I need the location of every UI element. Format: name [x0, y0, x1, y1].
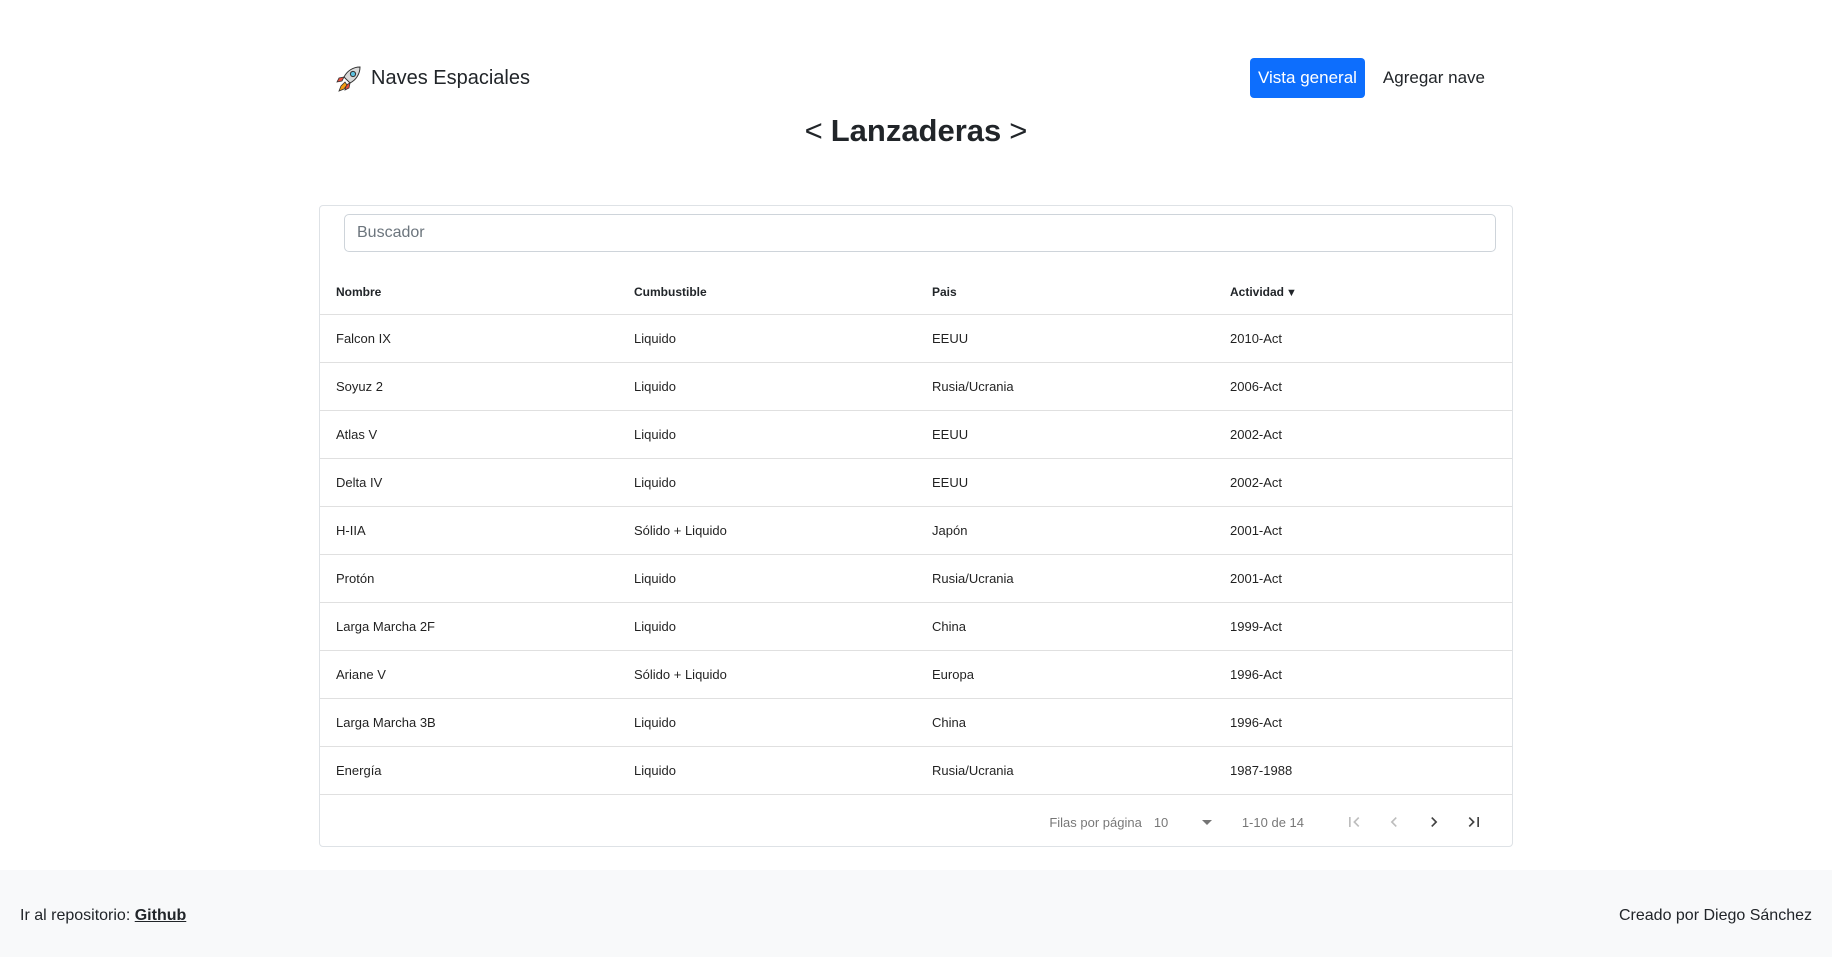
cell-country: Japón: [932, 523, 968, 538]
first-page-button[interactable]: [1334, 802, 1374, 842]
cell-activity: 2010-Act: [1230, 331, 1283, 346]
cell-country: Europa: [932, 667, 974, 682]
cell-activity: 1999-Act: [1230, 619, 1283, 634]
search-input[interactable]: [344, 214, 1496, 252]
cell-fuel: Sólido + Liquido: [634, 523, 727, 538]
page-title: < Lanzaderas >: [0, 113, 1832, 149]
caret-down-icon: [1201, 819, 1212, 825]
table-row[interactable]: Larga Marcha 2F Liquido China 1999-Act: [320, 603, 1512, 651]
add-ship-button[interactable]: Agregar nave: [1375, 58, 1493, 98]
header-fuel[interactable]: Cumbustible: [618, 285, 916, 299]
page-range: 1-10 de 14: [1241, 814, 1304, 830]
repo-label: Ir al repositorio:: [20, 907, 131, 924]
cell-fuel: Liquido: [634, 427, 676, 442]
table-header: Nombre Cumbustible Pais Actividad ▼: [320, 270, 1512, 315]
table-row[interactable]: Protón Liquido Rusia/Ucrania 2001-Act: [320, 555, 1512, 603]
cell-name: Ariane V: [336, 667, 386, 682]
cell-activity: 2006-Act: [1230, 379, 1283, 394]
cell-activity: 1996-Act: [1230, 715, 1283, 730]
cell-name: Energía: [336, 763, 382, 778]
last-page-button[interactable]: [1454, 802, 1494, 842]
overview-button[interactable]: Vista general: [1250, 58, 1365, 98]
cell-name: Soyuz 2: [336, 379, 383, 394]
last-page-icon: [1468, 817, 1479, 827]
cell-activity: 1987-1988: [1230, 763, 1293, 778]
table-row[interactable]: Atlas V Liquido EEUU 2002-Act: [320, 411, 1512, 459]
cell-activity: 2001-Act: [1230, 523, 1283, 538]
rocket-icon: [336, 66, 361, 92]
first-page-icon: [1349, 817, 1360, 827]
footer: Ir al repositorio: Github Creado por Die…: [0, 870, 1832, 957]
table-row[interactable]: Soyuz 2 Liquido Rusia/Ucrania 2006-Act: [320, 363, 1512, 411]
header-activity[interactable]: Actividad ▼: [1214, 285, 1512, 299]
cell-country: Rusia/Ucrania: [932, 379, 1014, 394]
rows-per-page-value: 10: [1153, 814, 1169, 830]
table-row[interactable]: Energía Liquido Rusia/Ucrania 1987-1988: [320, 747, 1512, 795]
cell-name: Larga Marcha 2F: [336, 619, 435, 634]
cell-activity: 2002-Act: [1230, 475, 1283, 490]
cell-fuel: Liquido: [634, 619, 676, 634]
cell-name: Atlas V: [336, 427, 378, 442]
pagination: Filas por página 10 1-10 de 14: [320, 796, 1512, 848]
cell-fuel: Sólido + Liquido: [634, 667, 727, 682]
cell-country: China: [932, 619, 966, 634]
cell-country: Rusia/Ucrania: [932, 571, 1014, 586]
cell-name: Delta IV: [336, 475, 383, 490]
chevron-right-icon: [1431, 817, 1438, 827]
prev-page-button[interactable]: [1374, 802, 1414, 842]
cell-fuel: Liquido: [634, 475, 676, 490]
github-link[interactable]: Github: [135, 907, 187, 924]
footer-credit: Creado por Diego Sánchez: [1618, 907, 1812, 924]
brand-name: Naves Espaciales: [371, 66, 530, 89]
next-category-button[interactable]: >: [1009, 113, 1027, 148]
top-nav: Vista general Agregar nave: [1250, 58, 1493, 98]
cell-fuel: Liquido: [634, 379, 676, 394]
cell-country: China: [932, 715, 966, 730]
table-row[interactable]: Falcon IX Liquido EEUU 2010-Act: [320, 315, 1512, 363]
brand[interactable]: Naves Espaciales: [333, 62, 530, 94]
cell-activity: 1996-Act: [1230, 667, 1283, 682]
sort-desc-icon: ▼: [1286, 287, 1297, 299]
rows-per-page-select[interactable]: 10: [1154, 815, 1212, 830]
cell-name: Falcon IX: [336, 331, 391, 346]
rows-per-page-label: Filas por página: [1049, 814, 1142, 830]
cell-name: H-IIA: [336, 523, 366, 538]
table-row[interactable]: Larga Marcha 3B Liquido China 1996-Act: [320, 699, 1512, 747]
page-title-text: Lanzaderas: [830, 113, 1002, 148]
header-country[interactable]: Pais: [916, 285, 1214, 299]
table-body: Falcon IX Liquido EEUU 2010-Act Soyuz 2 …: [320, 315, 1512, 795]
next-page-button[interactable]: [1414, 802, 1454, 842]
table-card: Nombre Cumbustible Pais Actividad▼ Falco…: [319, 205, 1513, 847]
cell-country: EEUU: [932, 427, 969, 442]
table-row[interactable]: Ariane V Sólido + Liquido Europa 1996-Ac…: [320, 651, 1512, 699]
cell-country: EEUU: [932, 331, 969, 346]
cell-fuel: Liquido: [634, 571, 676, 586]
cell-activity: 2001-Act: [1230, 571, 1283, 586]
header-name[interactable]: Nombre: [320, 285, 618, 299]
table-row[interactable]: Delta IV Liquido EEUU 2002-Act: [320, 459, 1512, 507]
cell-fuel: Liquido: [634, 331, 676, 346]
prev-category-button[interactable]: <: [805, 113, 823, 148]
cell-country: EEUU: [932, 475, 969, 490]
cell-name: Protón: [336, 571, 375, 586]
cell-activity: 2002-Act: [1230, 427, 1283, 442]
chevron-left-icon: [1390, 817, 1397, 827]
cell-country: Rusia/Ucrania: [932, 763, 1014, 778]
cell-fuel: Liquido: [634, 715, 676, 730]
footer-repo: Ir al repositorio: Github: [20, 907, 186, 925]
table-row[interactable]: H-IIA Sólido + Liquido Japón 2001-Act: [320, 507, 1512, 555]
cell-name: Larga Marcha 3B: [336, 715, 436, 730]
cell-fuel: Liquido: [634, 763, 676, 778]
